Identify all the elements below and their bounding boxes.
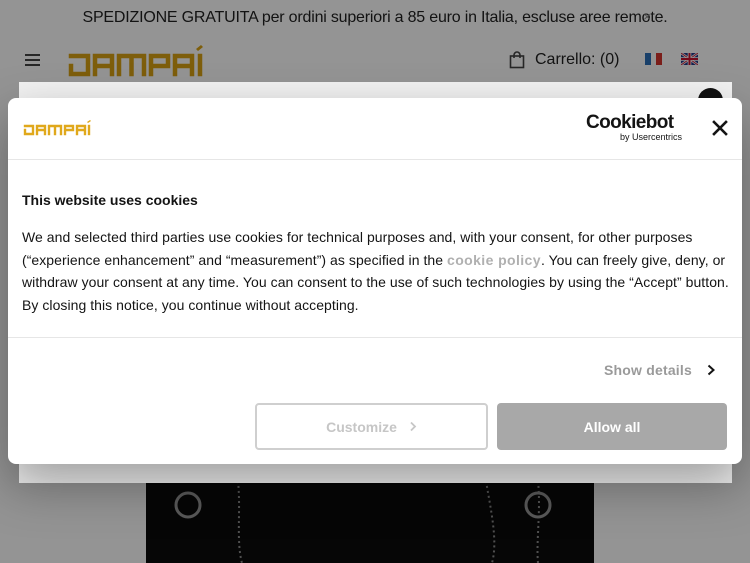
cookiebot-logo: Cookiebot by Usercentrics <box>586 113 682 143</box>
cookie-brand-logo <box>23 120 91 136</box>
cookie-dialog-header: Cookiebot by Usercentrics <box>8 98 742 160</box>
customize-button[interactable]: Customize <box>255 403 488 450</box>
show-details-label: Show details <box>604 362 692 378</box>
cookie-dialog: Cookiebot by Usercentrics This website u… <box>8 98 742 464</box>
customize-label: Customize <box>326 418 397 435</box>
chevron-right-icon <box>707 364 715 376</box>
show-details-button[interactable]: Show details <box>604 360 716 380</box>
cookiebot-sub: by Usercentrics <box>619 132 682 142</box>
cookie-body: This website uses cookies We and selecte… <box>22 192 732 316</box>
close-icon[interactable] <box>711 119 729 137</box>
allow-all-label: Allow all <box>583 418 641 435</box>
divider <box>8 337 742 338</box>
allow-all-button[interactable]: Allow all <box>497 403 727 450</box>
cookiebot-name: Cookiebot <box>586 112 674 133</box>
cookie-policy-link[interactable]: cookie policy <box>447 252 541 268</box>
cookie-title: This website uses cookies <box>22 192 198 208</box>
chevron-right-icon <box>410 421 417 432</box>
cookie-description: We and selected third parties use cookie… <box>22 226 732 316</box>
